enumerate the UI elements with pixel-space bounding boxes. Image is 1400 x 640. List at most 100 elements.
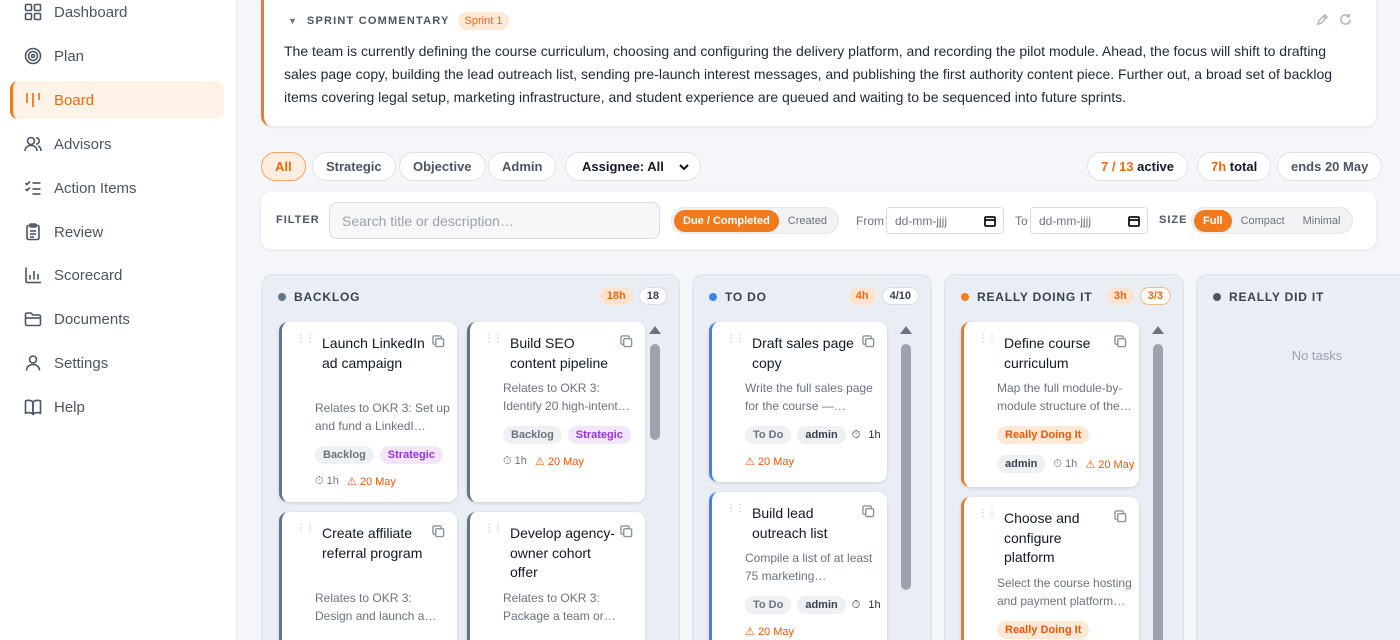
sidebar-item-label: Help [54, 398, 85, 416]
task-card[interactable]: ⋮⋮ Build lead outreach list Compile a li… [709, 492, 887, 640]
card-description: Map the full module-by-module structure … [997, 381, 1132, 413]
scroll-thumb[interactable] [649, 344, 660, 440]
column-really-did-it: REALLY DID IT No tasks [1196, 274, 1400, 640]
size-label: SIZE [1159, 214, 1188, 226]
drag-handle-icon[interactable]: ⋮⋮ [978, 334, 997, 344]
card-description: Relates to OKR 3: Design and launch a… [315, 591, 437, 623]
drag-handle-icon[interactable]: ⋮⋮ [978, 509, 997, 519]
copy-icon[interactable] [620, 525, 633, 538]
drag-handle-icon[interactable]: ⋮⋮ [296, 334, 315, 344]
copy-icon[interactable] [432, 525, 445, 538]
active-count-value: 7 [1101, 159, 1109, 174]
scroll-up-icon[interactable] [900, 326, 912, 334]
copy-icon[interactable] [1114, 510, 1127, 523]
column-count-badge: 18 [638, 287, 667, 305]
collapse-caret-icon[interactable]: ▼ [288, 16, 297, 26]
sidebar-item-label: Advisors [54, 135, 112, 153]
search-input[interactable]: Search title or description… [329, 202, 660, 239]
drag-handle-icon[interactable]: ⋮⋮ [726, 504, 745, 514]
status-dot [1213, 293, 1221, 301]
pencil-icon[interactable] [1316, 13, 1329, 26]
sidebar-item-action-items[interactable]: Action Items [10, 169, 224, 207]
card-description: Relates to OKR 3: Identify 20 high-inten… [503, 381, 630, 413]
status-dot [961, 293, 969, 301]
warning-icon: ⚠ [534, 456, 545, 468]
card-title: Choose and configure platform [1004, 510, 1080, 565]
drag-handle-icon[interactable]: ⋮⋮ [484, 524, 503, 534]
sidebar-item-documents[interactable]: Documents [10, 300, 224, 338]
total-hours-value: 7h [1211, 159, 1227, 174]
status-tag: Really Doing It [997, 426, 1090, 444]
clipboard-icon [26, 223, 40, 241]
filter-chip-objective[interactable]: Objective [399, 152, 486, 181]
size-compact[interactable]: Compact [1232, 210, 1294, 232]
task-card[interactable]: ⋮⋮ Develop agency-owner cohort offer Rel… [467, 512, 645, 640]
calendar-icon[interactable] [984, 215, 996, 227]
target-icon [24, 47, 42, 65]
copy-icon[interactable] [620, 335, 633, 348]
column-scrollbar[interactable] [649, 326, 661, 640]
estimate: ⏱ 1h [503, 455, 527, 468]
estimate: ⏱ 1h [315, 475, 339, 488]
column-title: BACKLOG [294, 290, 361, 304]
from-date-input[interactable]: dd-mm-jjjj [886, 207, 1004, 234]
status-tag: To Do [745, 426, 792, 444]
assignee-tag: admin [997, 455, 1046, 473]
card-meta: ⏱ 1h ⚠ 20 May [503, 455, 584, 468]
calendar-icon[interactable] [1128, 215, 1140, 227]
assignee-tag: admin [797, 426, 846, 444]
task-card[interactable]: ⋮⋮ Create affiliate referral program Rel… [279, 512, 457, 640]
scroll-up-icon[interactable] [649, 326, 661, 334]
sidebar-item-review[interactable]: Review [10, 213, 224, 251]
column-scrollbar[interactable] [900, 326, 912, 640]
column-header: TO DO [709, 290, 767, 304]
task-card[interactable]: ⋮⋮ Build SEO content pipeline Relates to… [467, 322, 645, 502]
refresh-icon[interactable] [1339, 13, 1352, 26]
task-card[interactable]: ⋮⋮ Launch LinkedIn ad campaign Relates t… [279, 322, 457, 502]
sidebar-item-advisors[interactable]: Advisors [10, 125, 224, 163]
size-minimal[interactable]: Minimal [1294, 210, 1350, 232]
column-scrollbar[interactable] [1152, 326, 1164, 640]
drag-handle-icon[interactable]: ⋮⋮ [296, 524, 315, 534]
commentary-header[interactable]: ▼ SPRINT COMMENTARY Sprint 1 [288, 12, 510, 30]
sidebar-item-label: Settings [54, 354, 109, 372]
sidebar-item-board[interactable]: Board [10, 81, 224, 119]
size-full[interactable]: Full [1194, 209, 1232, 232]
column-count-badge: 3/3 [1139, 287, 1171, 305]
column-hours-badge: 4h [848, 287, 876, 305]
sidebar-item-plan[interactable]: Plan [10, 37, 224, 75]
due-date-value: 20 May [547, 456, 584, 468]
copy-icon[interactable] [862, 505, 875, 518]
scroll-thumb[interactable] [1152, 344, 1163, 640]
date-mode-due-completed[interactable]: Due / Completed [674, 209, 779, 232]
copy-icon[interactable] [862, 335, 875, 348]
column-header: REALLY DID IT [1213, 290, 1324, 304]
copy-icon[interactable] [432, 335, 445, 348]
to-date-input[interactable]: dd-mm-jjjj [1030, 207, 1148, 234]
sidebar-item-help[interactable]: Help [10, 388, 224, 426]
task-card[interactable]: ⋮⋮ Draft sales page copy Write the full … [709, 322, 887, 482]
scroll-up-icon[interactable] [1152, 326, 1164, 334]
due-date-value: 20 May [757, 456, 795, 468]
estimate-value: 1h [868, 598, 881, 611]
scroll-thumb[interactable] [900, 344, 911, 590]
card-meta: ⏱ 1h ⚠ 20 May [315, 475, 396, 488]
task-card[interactable]: ⋮⋮ Choose and configure platform Select … [961, 497, 1139, 640]
commentary-title: SPRINT COMMENTARY [306, 15, 450, 27]
assignee-select[interactable]: Assignee: All [565, 152, 701, 181]
sidebar-item-dashboard[interactable]: Dashboard [10, 0, 224, 31]
filter-chip-all[interactable]: All [261, 152, 306, 181]
drag-handle-icon[interactable]: ⋮⋮ [484, 334, 503, 344]
filter-chip-strategic[interactable]: Strategic [312, 152, 396, 181]
date-mode-created[interactable]: Created [779, 210, 836, 232]
filter-chip-admin[interactable]: Admin [488, 152, 557, 181]
sidebar-item-scorecard[interactable]: Scorecard [10, 256, 224, 294]
copy-icon[interactable] [1114, 335, 1127, 348]
checklist-icon [24, 180, 41, 195]
drag-handle-icon[interactable]: ⋮⋮ [726, 334, 745, 344]
filter-label: FILTER [276, 214, 320, 226]
status-tag: Backlog [503, 426, 562, 444]
task-card[interactable]: ⋮⋮ Define course curriculum Map the full… [961, 322, 1139, 487]
date-mode-toggle: Due / Completed Created [671, 207, 839, 234]
sidebar-item-settings[interactable]: Settings [10, 344, 224, 382]
